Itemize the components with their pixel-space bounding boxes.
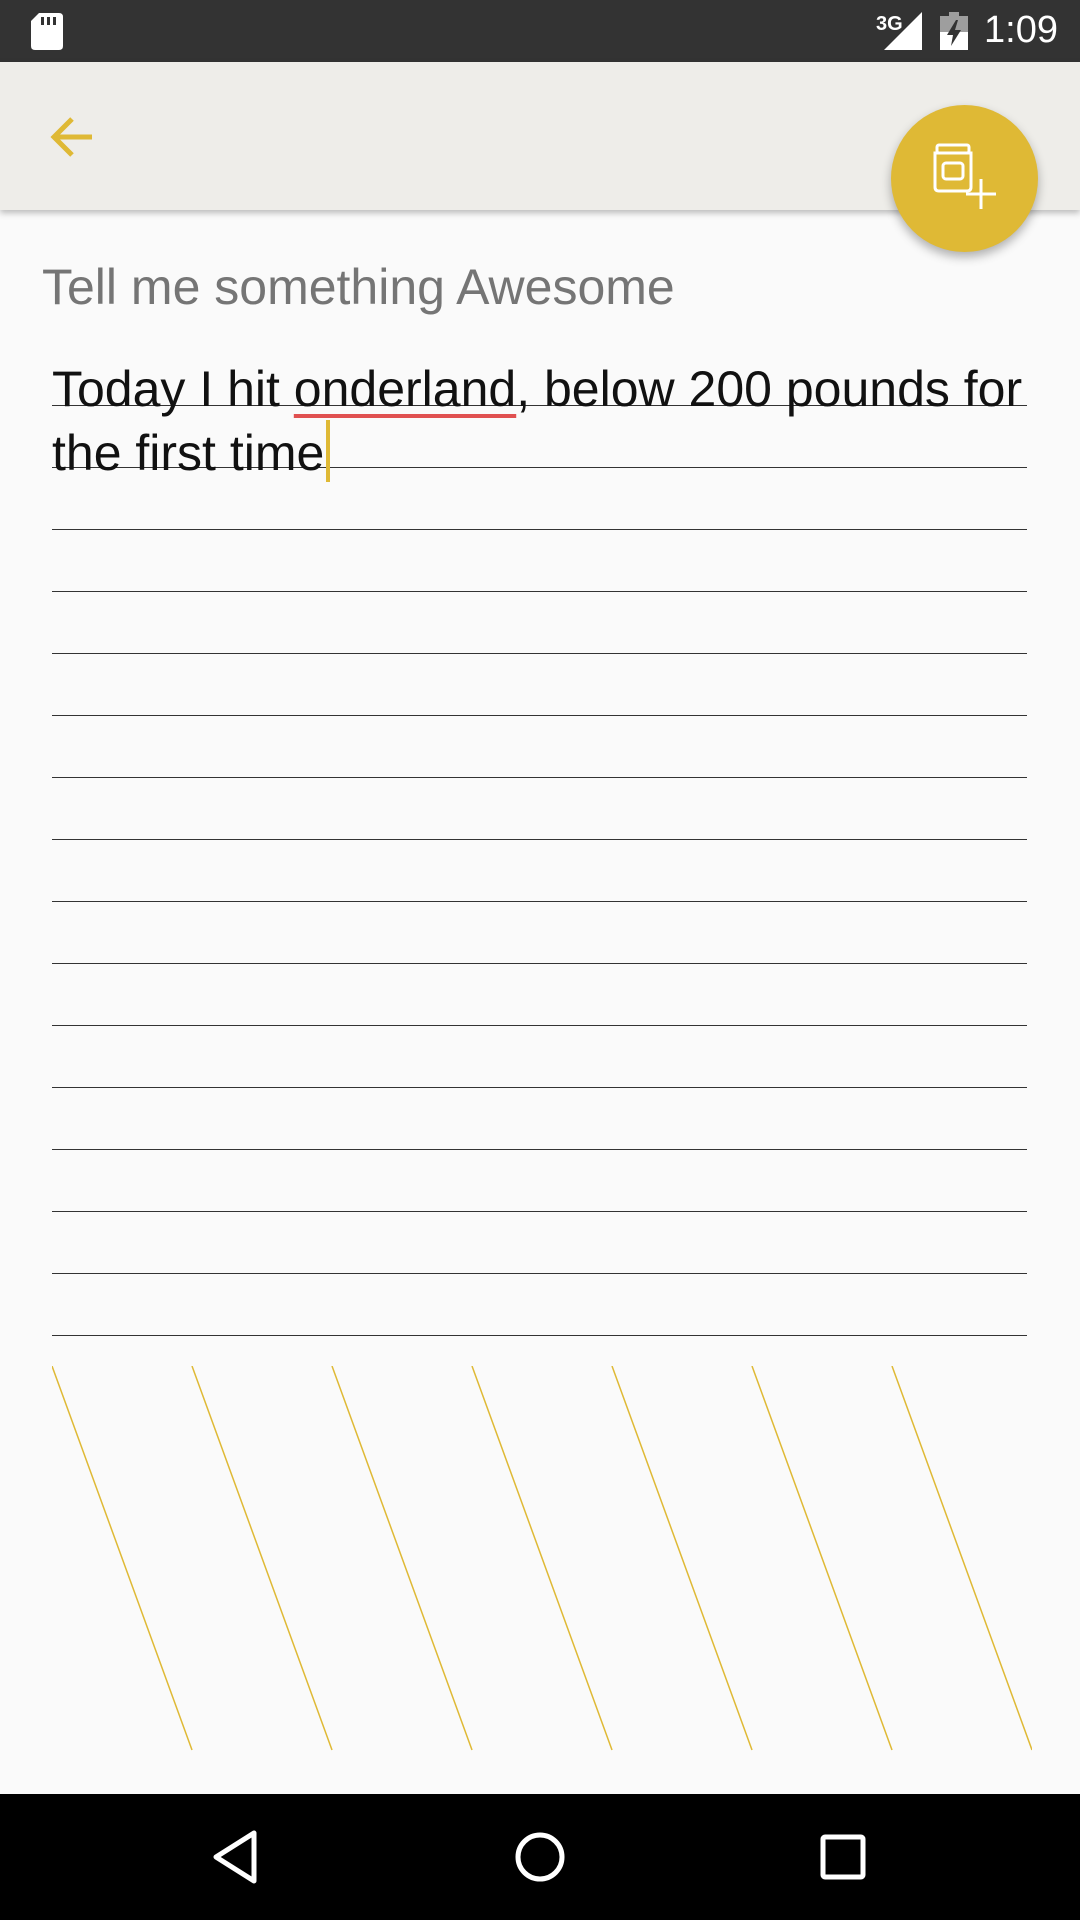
note-text-input[interactable]: Today I hit onderland, below 200 pounds …: [52, 358, 1027, 484]
misspelled-word[interactable]: onderland: [294, 361, 516, 417]
jar-add-icon: [933, 143, 996, 209]
navigation-bar: [0, 1794, 1080, 1920]
status-bar: 3G 1:09: [0, 0, 1080, 62]
add-jar-fab[interactable]: [891, 105, 1038, 252]
lined-paper: [52, 344, 1027, 1336]
nav-recents-icon: [820, 1834, 866, 1880]
nav-back-icon: [213, 1830, 257, 1884]
note-text-start: Today I hit: [52, 361, 294, 417]
text-cursor: [326, 420, 331, 482]
battery-charging-icon: [940, 12, 968, 50]
sd-card-icon: [31, 13, 63, 50]
nav-back-button[interactable]: [196, 1817, 276, 1897]
back-button[interactable]: [26, 97, 122, 177]
prompt-title: Tell me something Awesome: [42, 259, 675, 315]
decorative-hatch-lines: [52, 1366, 1032, 1751]
nav-home-button[interactable]: [500, 1817, 580, 1897]
status-clock: 1:09: [984, 9, 1058, 51]
nav-recents-button[interactable]: [803, 1817, 883, 1897]
arrow-back-icon: [50, 117, 92, 157]
signal-icon: [884, 12, 922, 50]
nav-home-icon: [515, 1832, 565, 1882]
